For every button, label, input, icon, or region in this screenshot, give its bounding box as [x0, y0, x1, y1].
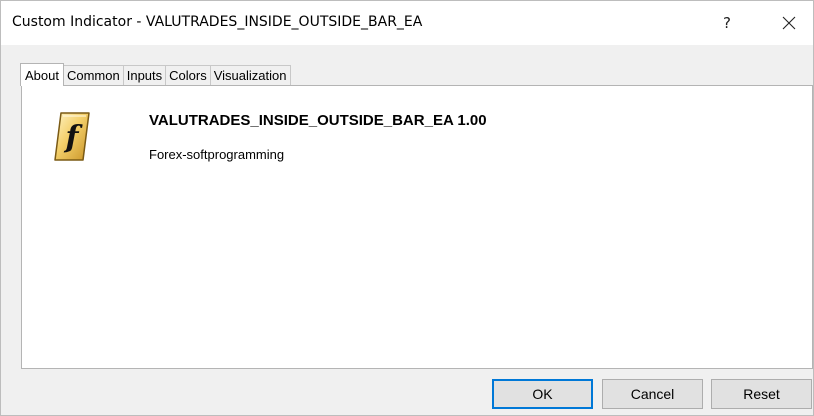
- ok-button[interactable]: OK: [492, 379, 593, 409]
- window-title: Custom Indicator - VALUTRADES_INSIDE_OUT…: [12, 14, 423, 30]
- tab-colors[interactable]: Colors: [165, 65, 211, 85]
- reset-button[interactable]: Reset: [711, 379, 812, 409]
- help-icon: ?: [723, 14, 731, 32]
- tab-common[interactable]: Common: [62, 65, 124, 85]
- dialog-window: Custom Indicator - VALUTRADES_INSIDE_OUT…: [0, 0, 814, 416]
- title-bar: Custom Indicator - VALUTRADES_INSIDE_OUT…: [1, 1, 813, 45]
- function-f-icon: f: [52, 110, 92, 164]
- expert-author: Forex-softprogramming: [149, 147, 285, 162]
- cancel-button[interactable]: Cancel: [602, 379, 703, 409]
- close-icon: [782, 16, 796, 30]
- about-panel: f VALUTRADES_INSIDE_OUTSIDE_BAR_EA 1.00 …: [21, 85, 813, 369]
- tab-strip: About Common Inputs Colors Visualization: [20, 63, 291, 86]
- tab-visualization[interactable]: Visualization: [209, 65, 291, 85]
- close-button[interactable]: [766, 9, 812, 37]
- expert-name: VALUTRADES_INSIDE_OUTSIDE_BAR_EA 1.00: [149, 112, 487, 129]
- tab-inputs[interactable]: Inputs: [122, 65, 167, 85]
- tab-about[interactable]: About: [20, 63, 64, 86]
- help-button[interactable]: ?: [703, 9, 751, 37]
